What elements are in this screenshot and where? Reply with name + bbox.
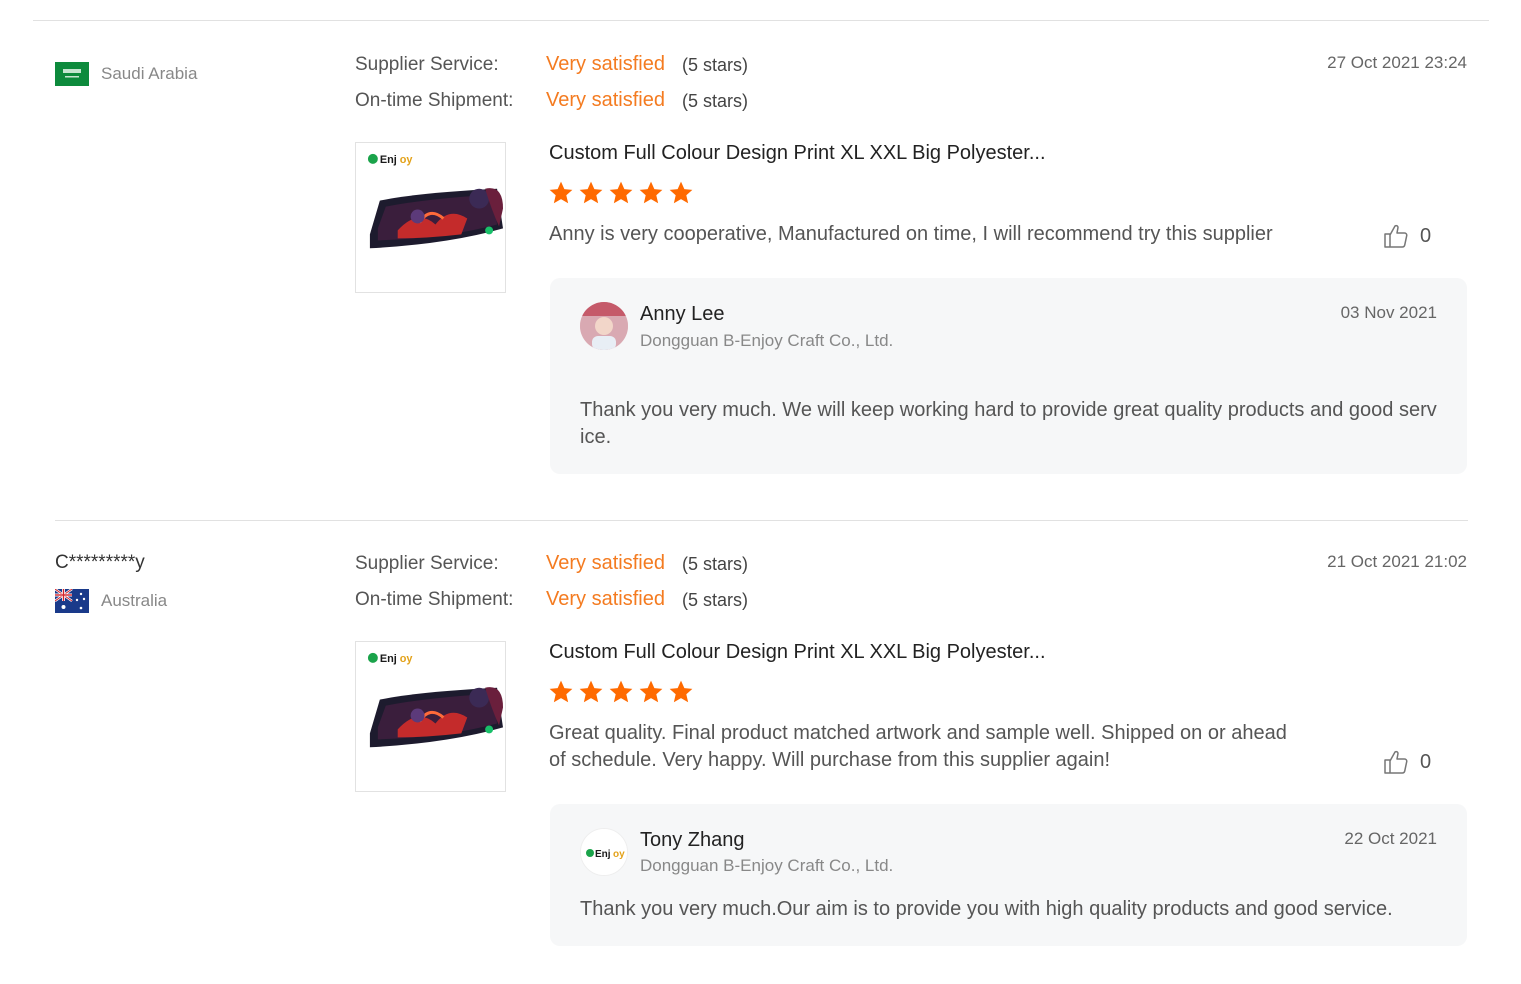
star-icon	[638, 679, 664, 705]
like-button[interactable]: 0	[1382, 748, 1431, 776]
product-thumbnail[interactable]	[355, 641, 506, 792]
like-count: 0	[1420, 224, 1432, 247]
buyer-country: Saudi Arabia	[55, 62, 197, 86]
product-thumbnail[interactable]	[355, 142, 506, 293]
thumbs-up-icon	[1382, 222, 1410, 250]
star-icon	[578, 679, 604, 705]
avatar	[580, 302, 628, 350]
country-name: Saudi Arabia	[101, 64, 198, 83]
like-count: 0	[1420, 750, 1432, 773]
top-divider	[33, 20, 1489, 21]
star-rating	[548, 679, 694, 705]
review-date: 27 Oct 2021 23:24	[1327, 53, 1467, 72]
shipment-stars: (5 stars)	[682, 590, 749, 610]
supplier-service-label: Supplier Service:	[355, 553, 499, 574]
supplier-service-stars: (5 stars)	[682, 554, 749, 574]
svg-text:Enj: Enj	[595, 849, 611, 860]
reply-text: Thank you very much.Our aim is to provid…	[580, 898, 1393, 920]
review-text: Great quality. Final product matched art…	[549, 722, 1287, 771]
product-title-link[interactable]: Custom Full Colour Design Print XL XXL B…	[549, 641, 1046, 664]
review-divider	[55, 520, 1468, 521]
svg-text:oy: oy	[613, 849, 625, 860]
supplier-service-rating: Very satisfied	[546, 53, 665, 75]
reply-date: 03 Nov 2021	[1340, 303, 1437, 322]
star-icon	[638, 180, 664, 206]
buyer-name: C*********y	[55, 552, 145, 573]
thumbs-up-icon	[1382, 748, 1410, 776]
supplier-service-stars: (5 stars)	[682, 55, 749, 75]
shipment-rating: Very satisfied	[546, 89, 665, 111]
mousepad-image-icon	[356, 143, 505, 292]
supplier-service-label: Supplier Service:	[355, 54, 499, 75]
shipment-rating: Very satisfied	[546, 588, 665, 610]
reply-author-name: Anny Lee	[640, 303, 725, 325]
australia-flag-icon	[55, 589, 89, 613]
country-name: Australia	[101, 591, 168, 610]
product-title-link[interactable]: Custom Full Colour Design Print XL XXL B…	[549, 142, 1046, 165]
shipment-label: On-time Shipment:	[355, 589, 514, 610]
star-rating	[548, 180, 694, 206]
star-icon	[548, 180, 574, 206]
reply-company: Dongguan B-Enjoy Craft Co., Ltd.	[640, 331, 894, 350]
supplier-service-rating: Very satisfied	[546, 552, 665, 574]
shipment-stars: (5 stars)	[682, 91, 749, 111]
supplier-reply: Enj oy Tony Zhang Dongguan B-Enjoy Craft…	[550, 804, 1467, 946]
review-date: 21 Oct 2021 21:02	[1327, 552, 1467, 571]
reply-author-name: Tony Zhang	[640, 829, 745, 851]
supplier-reply: Anny Lee Dongguan B-Enjoy Craft Co., Ltd…	[550, 278, 1467, 474]
buyer-country: Australia	[55, 589, 167, 613]
star-icon	[608, 180, 634, 206]
shipment-label: On-time Shipment:	[355, 90, 514, 111]
review-text: Anny is very cooperative, Manufactured o…	[549, 223, 1273, 245]
star-icon	[668, 180, 694, 206]
mousepad-image-icon	[356, 642, 505, 791]
star-icon	[608, 679, 634, 705]
like-button[interactable]: 0	[1382, 222, 1431, 250]
reply-date: 22 Oct 2021	[1344, 829, 1437, 848]
avatar: Enj oy	[580, 828, 628, 876]
reply-company: Dongguan B-Enjoy Craft Co., Ltd.	[640, 856, 894, 875]
saudi-arabia-flag-icon	[55, 62, 89, 86]
star-icon	[578, 180, 604, 206]
star-icon	[548, 679, 574, 705]
star-icon	[668, 679, 694, 705]
reply-text: Thank you very much. We will keep workin…	[580, 399, 1437, 448]
